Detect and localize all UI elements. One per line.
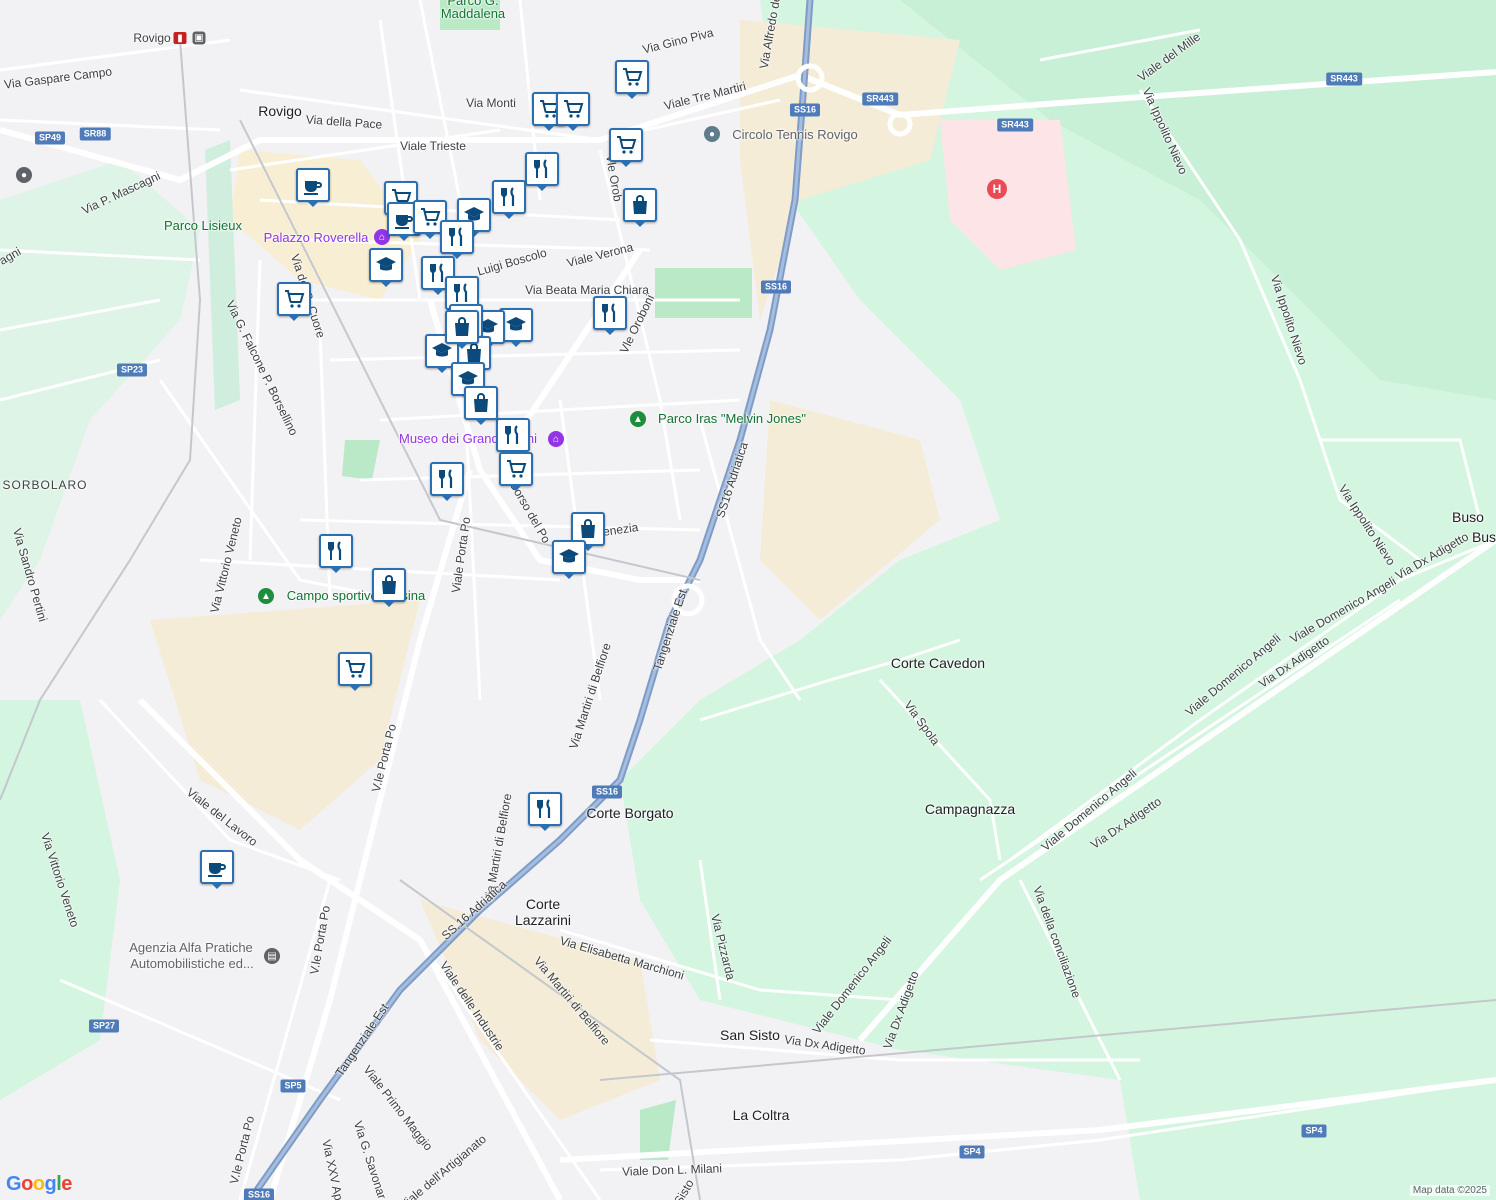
road-shield: SR443 <box>997 118 1033 132</box>
shopping-cart-icon <box>343 657 367 681</box>
poi-agenzia-2[interactable]: Automobilistiche ed... <box>130 957 254 971</box>
place-label-corte-cavedon: Corte Cavedon <box>890 655 986 671</box>
tennis-icon[interactable]: ● <box>704 126 720 142</box>
shopping-cart-icon <box>504 457 528 481</box>
poi-marker-shopping-cart[interactable] <box>615 60 649 99</box>
shopping-bag-icon <box>576 517 600 541</box>
restaurant-icon <box>435 467 459 491</box>
road-shield: SR88 <box>79 127 111 141</box>
poi-marker-shopping-cart[interactable] <box>556 92 590 131</box>
shopping-bag-icon <box>628 193 652 217</box>
place-label-la-coltra: La Coltra <box>732 1107 790 1123</box>
poi-marker-school[interactable] <box>552 540 586 579</box>
poi-marker-restaurant[interactable] <box>440 220 474 259</box>
place-pin-icon[interactable]: ● <box>16 167 32 183</box>
road-label: Via Beata Maria Chiara <box>525 283 649 297</box>
road-shield: SP49 <box>34 131 66 145</box>
restaurant-icon <box>497 185 521 209</box>
shopping-bag-icon <box>450 315 474 339</box>
road-shield: SS16 <box>591 785 623 799</box>
poi-marker-restaurant[interactable] <box>319 534 353 573</box>
place-label-rovigo-station: Rovigo <box>133 31 171 45</box>
place-label-sorbolaro: SORBOLARO <box>2 478 88 492</box>
road-shield: SP5 <box>280 1079 306 1093</box>
poi-marker-shopping-bag[interactable] <box>372 568 406 607</box>
poi-circolo-tennis[interactable]: Circolo Tennis Rovigo <box>732 128 858 142</box>
shopping-bag-icon <box>377 573 401 597</box>
road-shield: SR443 <box>1326 72 1362 86</box>
poi-marker-restaurant[interactable] <box>492 180 526 219</box>
place-label-corte-lazzarini-2: Lazzarini <box>514 912 572 928</box>
poi-marker-shopping-cart[interactable] <box>338 652 372 691</box>
poi-palazzo-roverella[interactable]: Palazzo Roverella <box>264 231 369 245</box>
poi-marker-cafe[interactable] <box>200 850 234 889</box>
train-station-icon: ▮ <box>173 32 187 44</box>
map-attribution[interactable]: Map data ©2025 <box>1409 1185 1490 1196</box>
poi-marker-restaurant[interactable] <box>528 792 562 831</box>
shopping-cart-icon <box>614 133 638 157</box>
park-tree-icon[interactable]: ▲ <box>630 411 646 427</box>
place-label-buso-2: Bus <box>1471 529 1496 545</box>
shopping-cart-icon <box>418 205 442 229</box>
poi-marker-shopping-cart[interactable] <box>499 452 533 491</box>
bus-station-icon: ▣ <box>192 31 206 45</box>
poi-parco-lisieux[interactable]: Parco Lisieux <box>164 219 242 233</box>
poi-marker-restaurant[interactable] <box>525 152 559 191</box>
poi-parco-maddalena-2[interactable]: Maddalena <box>441 7 505 21</box>
road-shield: SP4 <box>959 1145 985 1159</box>
restaurant-icon <box>450 281 474 305</box>
road-label: Viale Trieste <box>400 139 466 153</box>
road-shield: SP27 <box>88 1019 120 1033</box>
museum-icon[interactable]: ⌂ <box>548 431 564 447</box>
road-label: Via Monti <box>466 96 516 110</box>
school-icon <box>374 253 398 277</box>
place-label-corte-lazzarini-1: Corte <box>525 896 561 912</box>
poi-marker-restaurant[interactable] <box>593 296 627 335</box>
shopping-cart-icon <box>561 97 585 121</box>
restaurant-icon <box>533 797 557 821</box>
place-label-buso: Buso <box>1452 509 1484 525</box>
restaurant-icon <box>598 301 622 325</box>
business-icon[interactable]: ▤ <box>264 948 280 964</box>
poi-marker-shopping-bag[interactable] <box>445 310 479 349</box>
restaurant-icon <box>530 157 554 181</box>
map-canvas[interactable]: Rovigo Rovigo ▮ ▣ SORBOLARO Corte Cavedo… <box>0 0 1496 1200</box>
hospital-icon[interactable]: H <box>987 179 1007 199</box>
shopping-cart-icon <box>282 287 306 311</box>
park-tree-icon[interactable]: ▲ <box>258 588 274 604</box>
shopping-bag-icon <box>469 391 493 415</box>
restaurant-icon <box>445 225 469 249</box>
road-shield: SS16 <box>760 280 792 294</box>
road-shield: SS16 <box>789 103 821 117</box>
poi-agenzia-1[interactable]: Agenzia Alfa Pratiche <box>129 941 253 955</box>
cafe-icon <box>301 173 325 197</box>
road-shield: SP4 <box>1301 1124 1327 1138</box>
restaurant-icon <box>324 539 348 563</box>
poi-marker-shopping-bag[interactable] <box>623 188 657 227</box>
poi-marker-school[interactable] <box>369 248 403 287</box>
poi-marker-restaurant[interactable] <box>496 418 530 457</box>
place-label-campagnazza: Campagnazza <box>924 801 1016 817</box>
school-icon <box>557 545 581 569</box>
place-label-corte-borgato: Corte Borgato <box>586 805 674 821</box>
road-shield: SR443 <box>862 92 898 106</box>
poi-marker-shopping-bag[interactable] <box>464 386 498 425</box>
poi-marker-cafe[interactable] <box>296 168 330 207</box>
cafe-icon <box>205 855 229 879</box>
school-icon <box>504 313 528 337</box>
poi-parco-iras[interactable]: Parco Iras "Melvin Jones" <box>658 412 806 426</box>
poi-marker-restaurant[interactable] <box>430 462 464 501</box>
shopping-cart-icon <box>620 65 644 89</box>
google-logo: Google <box>6 1173 72 1195</box>
poi-marker-shopping-cart[interactable] <box>277 282 311 321</box>
poi-marker-shopping-cart[interactable] <box>609 128 643 167</box>
restaurant-icon <box>501 423 525 447</box>
place-label-san-sisto: San Sisto <box>720 1027 780 1043</box>
road-shield: SS16 <box>243 1188 275 1200</box>
road-shield: SP23 <box>116 363 148 377</box>
place-label-rovigo: Rovigo <box>258 103 302 119</box>
